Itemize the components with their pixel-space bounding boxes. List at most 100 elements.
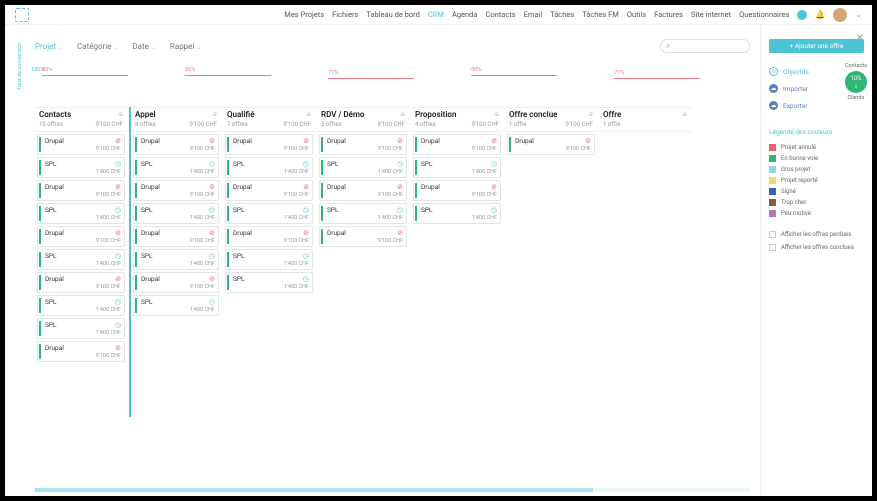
clock-icon: ◷ [209, 252, 215, 260]
offer-card[interactable]: SPL◷1'400 CHF [413, 203, 501, 224]
clock-icon: ◷ [397, 206, 403, 214]
horizontal-scrollbar[interactable] [35, 488, 750, 492]
nav-item[interactable]: Factures [654, 10, 683, 19]
offer-card[interactable]: SPL◷1'400 CHF [37, 295, 125, 316]
offer-card[interactable]: SPL◷1'400 CHF [133, 203, 219, 224]
offer-card[interactable]: Drupal⊘9'100 CHF [413, 180, 501, 201]
add-offer-button[interactable]: + Ajouter une offre [769, 39, 864, 53]
offer-card[interactable]: SPL◷1'400 CHF [319, 157, 407, 178]
card-amount: 1'400 CHF [41, 329, 121, 336]
target-icon: ◎ [769, 67, 778, 76]
card-title: SPL [141, 160, 152, 168]
offer-card[interactable]: Drupal⊘9'100 CHF [413, 134, 501, 155]
nav-item[interactable]: Mes Projets [284, 10, 324, 19]
card-title: SPL [421, 160, 432, 168]
offer-card[interactable]: SPL◷1'400 CHF [225, 203, 313, 224]
kanban-column: Appel≡8 offres9'100 CHFDrupal⊘9'100 CHFS… [129, 107, 221, 417]
card-amount: 9'100 CHF [41, 191, 121, 198]
nav-item[interactable]: Fichiers [332, 10, 358, 19]
offer-card[interactable]: Drupal⊘9'100 CHF [133, 272, 219, 293]
search-input[interactable]: ⌕ [660, 39, 750, 53]
column-menu-icon[interactable]: ≡ [494, 110, 499, 119]
card-title: SPL [45, 321, 56, 329]
card-amount: 9'100 CHF [229, 237, 309, 244]
offer-card[interactable]: Drupal⊘9'100 CHF [37, 272, 125, 293]
offer-card[interactable]: Drupal⊘9'100 CHF [133, 134, 219, 155]
column-menu-icon[interactable]: ≡ [118, 110, 123, 119]
offer-card[interactable]: SPL◷1'400 CHF [133, 249, 219, 270]
column-total: 9'100 CHF [189, 121, 217, 128]
column-total: 9'100 CHF [471, 121, 499, 128]
color-swatch [769, 210, 776, 217]
offer-card[interactable]: SPL◷1'400 CHF [319, 203, 407, 224]
nav-item[interactable]: Email [524, 10, 543, 19]
nav-item[interactable]: Contacts [485, 10, 515, 19]
card-title: SPL [327, 160, 338, 168]
offer-card[interactable]: Drupal⊘9'100 CHF [37, 180, 125, 201]
kanban-column: Contacts≡10 offres9'100 CHFDrupal⊘9'100 … [35, 107, 127, 417]
cloud-icon: ☁ [769, 84, 778, 93]
card-amount: 1'400 CHF [137, 306, 215, 313]
clock-icon: ◷ [115, 206, 121, 214]
offer-card[interactable]: Drupal⊘9'100 CHF [319, 180, 407, 201]
nav-item[interactable]: Outils [627, 10, 646, 19]
offer-card[interactable]: SPL◷1'400 CHF [37, 203, 125, 224]
offer-card[interactable]: SPL◷1'400 CHF [225, 249, 313, 270]
close-icon[interactable]: ✕ [856, 33, 864, 44]
offer-card[interactable]: Drupal⊘9'100 CHF [37, 134, 125, 155]
checkbox-option[interactable]: Afficher les offres perdues [769, 229, 864, 240]
offer-card[interactable]: Drupal⊘9'100 CHF [133, 180, 219, 201]
column-count: 5 offres [321, 121, 342, 128]
filter-date[interactable]: Date ⌄ [132, 42, 155, 51]
chevron-down-icon[interactable]: ⌄ [855, 10, 862, 19]
color-swatch [769, 177, 776, 184]
offer-card[interactable]: SPL◷1'400 CHF [133, 157, 219, 178]
offer-card[interactable]: SPL◷1'400 CHF [133, 295, 219, 316]
offer-card[interactable]: Drupal⊘9'100 CHF [37, 341, 125, 362]
card-amount: 9'100 CHF [323, 145, 403, 152]
card-amount: 1'400 CHF [229, 168, 309, 175]
offer-card[interactable]: SPL◷1'400 CHF [225, 272, 313, 293]
offer-card[interactable]: SPL◷1'400 CHF [37, 249, 125, 270]
filter-projet[interactable]: Projet ⌄ [35, 42, 63, 51]
offer-card[interactable]: SPL◷1'400 CHF [413, 157, 501, 178]
checkbox-icon [769, 244, 776, 251]
nav-item[interactable]: Tableau de bord [366, 10, 420, 19]
avatar[interactable] [833, 8, 847, 22]
clock-icon: ◷ [209, 160, 215, 168]
filter-rappel[interactable]: Rappel ⌄ [170, 42, 201, 51]
nav-item[interactable]: Questionnaires [739, 10, 789, 19]
offer-card[interactable]: SPL◷1'400 CHF [37, 318, 125, 339]
column-menu-icon[interactable]: ≡ [306, 110, 311, 119]
nav-item[interactable]: CRM [428, 10, 444, 19]
offer-card[interactable]: Drupal⊘9'100 CHF [225, 134, 313, 155]
card-amount: 1'400 CHF [323, 214, 403, 221]
nav-item[interactable]: Tâches [550, 10, 574, 19]
column-title: RDV / Démo [321, 110, 364, 119]
column-menu-icon[interactable]: ≡ [682, 110, 687, 119]
nav-item[interactable]: Agenda [452, 10, 478, 19]
checkbox-option[interactable]: Afficher les offres conclues [769, 242, 864, 253]
offer-card[interactable]: Drupal⊘9'100 CHF [37, 226, 125, 247]
notification-badge[interactable] [797, 10, 807, 20]
column-menu-icon[interactable]: ≡ [588, 110, 593, 119]
nav-item[interactable]: Tâches FM [582, 10, 619, 19]
logo[interactable] [15, 8, 29, 22]
column-menu-icon[interactable]: ≡ [400, 110, 405, 119]
offer-card[interactable]: Drupal⊘9'100 CHF [319, 134, 407, 155]
offer-card[interactable]: SPL◷1'400 CHF [225, 157, 313, 178]
filter-catégorie[interactable]: Catégorie ⌄ [77, 42, 118, 51]
offer-card[interactable]: Drupal⊘9'100 CHF [225, 180, 313, 201]
column-total: 9'100 CHF [565, 121, 593, 128]
column-menu-icon[interactable]: ≡ [212, 110, 217, 119]
bell-icon[interactable]: 🔔 [815, 10, 825, 19]
offer-card[interactable]: Drupal⊘9'100 CHF [225, 226, 313, 247]
offer-card[interactable]: Drupal⊘9'100 CHF [133, 226, 219, 247]
card-amount: 1'400 CHF [229, 283, 309, 290]
nav-item[interactable]: Site internet [691, 10, 731, 19]
offer-card[interactable]: Drupal⊘9'100 CHF [507, 134, 595, 155]
card-title: Drupal [421, 183, 440, 191]
column-count: 1 offre [603, 121, 621, 128]
offer-card[interactable]: SPL◷1'400 CHF [37, 157, 125, 178]
offer-card[interactable]: Drupal⊘9'100 CHF [319, 226, 407, 247]
